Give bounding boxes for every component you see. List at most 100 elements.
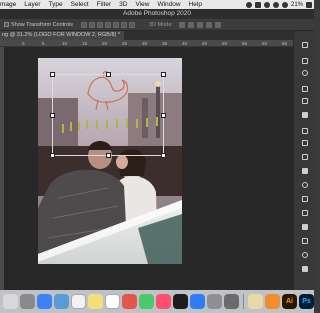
preview-icon[interactable] [224,294,239,309]
mode-3d-buttons [178,21,221,28]
ruler-tick: 60 [262,41,268,46]
path-select-tool[interactable] [301,223,308,230]
finder-icon[interactable] [3,294,18,309]
lasso-icon [301,69,308,76]
quick-select-tool[interactable] [301,85,308,92]
menu-window[interactable]: Window [157,0,180,9]
align-bottom-icon[interactable] [121,21,128,28]
photoshop-icon[interactable]: Ps [299,294,314,309]
menu-select[interactable]: Select [71,0,89,9]
lasso-tool[interactable] [301,69,308,76]
ruler-tick: 55 [242,41,248,46]
transform-handle[interactable] [50,72,55,77]
folder-icon[interactable] [248,294,263,309]
drag-3d-icon[interactable] [196,21,203,28]
transform-handle[interactable] [50,153,55,158]
document-canvas[interactable] [38,58,182,264]
clock-icon[interactable] [263,1,270,8]
messages-icon[interactable] [139,294,154,309]
marquee-tool[interactable] [301,57,308,64]
menu-help[interactable]: Help [189,0,202,9]
align-center-icon[interactable] [89,21,96,28]
system-preferences-icon[interactable] [207,294,222,309]
color-swatch[interactable] [301,265,308,272]
ruler-tick: 35 [162,41,168,46]
dock-separator [243,294,244,309]
menu-filter[interactable]: Filter [97,0,111,9]
illustrator-icon[interactable]: Ai [282,294,297,309]
document-tab[interactable]: ng @ 31.2% (LOGO FOR WINDOW 2, RGB/8) * [0,31,125,40]
eyedropper-icon [301,111,308,118]
app-title: Adobe Photoshop 2020 [123,10,191,17]
safari-icon[interactable] [37,294,52,309]
system-menubar: mage Layer Type Select Filter 3D View Wi… [0,0,314,9]
transform-handle[interactable] [50,113,55,118]
right-panel-toolbar [293,31,314,290]
calendar-icon[interactable] [71,294,86,309]
eraser-tool[interactable] [301,153,308,160]
pen-tool[interactable] [301,195,308,202]
battery-icon[interactable] [306,1,312,8]
ruler-tick: 20 [102,41,108,46]
transform-handle[interactable] [161,72,166,77]
shape-tool[interactable] [301,237,308,244]
notes-icon[interactable] [88,294,103,309]
tv-icon[interactable] [173,294,188,309]
text-tool[interactable] [301,209,308,216]
ruler-tick: 40 [182,41,188,46]
rotate-3d-icon[interactable] [178,21,185,28]
options-bar: Show Transform Controls 3D Mode: [0,19,314,31]
align-top-icon[interactable] [105,21,112,28]
transform-bounding-box[interactable] [50,72,166,158]
scale-3d-icon[interactable] [214,21,221,28]
photoshop-label: Ps [302,298,311,305]
slide-3d-icon[interactable] [205,21,212,28]
type-icon [301,209,308,216]
align-left-icon[interactable] [81,21,88,28]
brush-tool[interactable] [301,127,308,134]
screen-icon[interactable] [254,1,261,8]
hand-tool[interactable] [301,251,308,258]
mode-3d-label: 3D Mode: [149,21,173,28]
distribute-icon[interactable] [129,21,136,28]
transform-handle[interactable] [106,72,111,77]
roll-3d-icon[interactable] [187,21,194,28]
menu-view[interactable]: View [135,0,149,9]
app-title-bar: Adobe Photoshop 2020 [0,9,314,19]
ruler-tick: 15 [82,41,88,46]
launchpad-icon[interactable] [20,294,35,309]
wifi-icon[interactable] [281,1,288,8]
dodge-tool[interactable] [301,181,308,188]
pen-icon [301,195,308,202]
menu-image[interactable]: mage [0,0,16,9]
align-middle-icon[interactable] [113,21,120,28]
menu-layer[interactable]: Layer [24,0,40,9]
crop-tool[interactable] [301,97,308,104]
bluetooth-icon[interactable] [272,1,279,8]
stamp-icon [301,139,308,146]
gradient-icon [301,167,308,174]
show-transform-checkbox[interactable] [4,22,9,27]
app-store-icon[interactable] [190,294,205,309]
ruler-tick: 50 [222,41,228,46]
transform-handle[interactable] [106,153,111,158]
document-tab-label: ng @ 31.2% (LOGO FOR WINDOW 2, RGB/8) * [2,32,121,38]
menu-3d[interactable]: 3D [119,0,127,9]
creative-cloud-icon[interactable] [245,1,252,8]
mail-icon[interactable] [54,294,69,309]
photos-icon[interactable] [122,294,137,309]
align-right-icon[interactable] [97,21,104,28]
stamp-tool[interactable] [301,139,308,146]
pages-icon[interactable] [265,294,280,309]
transform-handle[interactable] [161,113,166,118]
marquee-icon [301,57,308,64]
music-icon[interactable] [156,294,171,309]
horizontal-ruler[interactable]: 0 5 10 15 20 25 30 35 40 45 50 55 60 65 [0,40,293,47]
menu-type[interactable]: Type [49,0,63,9]
move-tool[interactable] [301,41,308,48]
transform-handle[interactable] [161,153,166,158]
eyedropper-tool[interactable] [301,111,308,118]
gradient-tool[interactable] [301,167,308,174]
reminders-icon[interactable] [105,294,120,309]
ruler-tick: 30 [142,41,148,46]
